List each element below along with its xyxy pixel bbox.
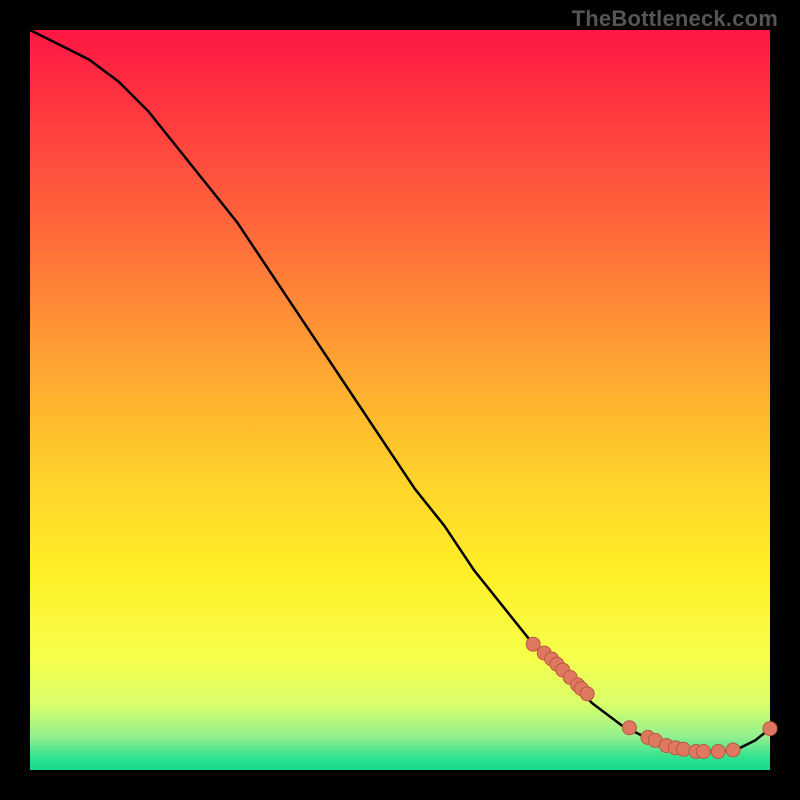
plot-background: [30, 30, 770, 770]
chart-stage: TheBottleneck.com: [0, 0, 800, 800]
watermark-text: TheBottleneck.com: [572, 6, 778, 32]
chart-canvas: [0, 0, 800, 800]
